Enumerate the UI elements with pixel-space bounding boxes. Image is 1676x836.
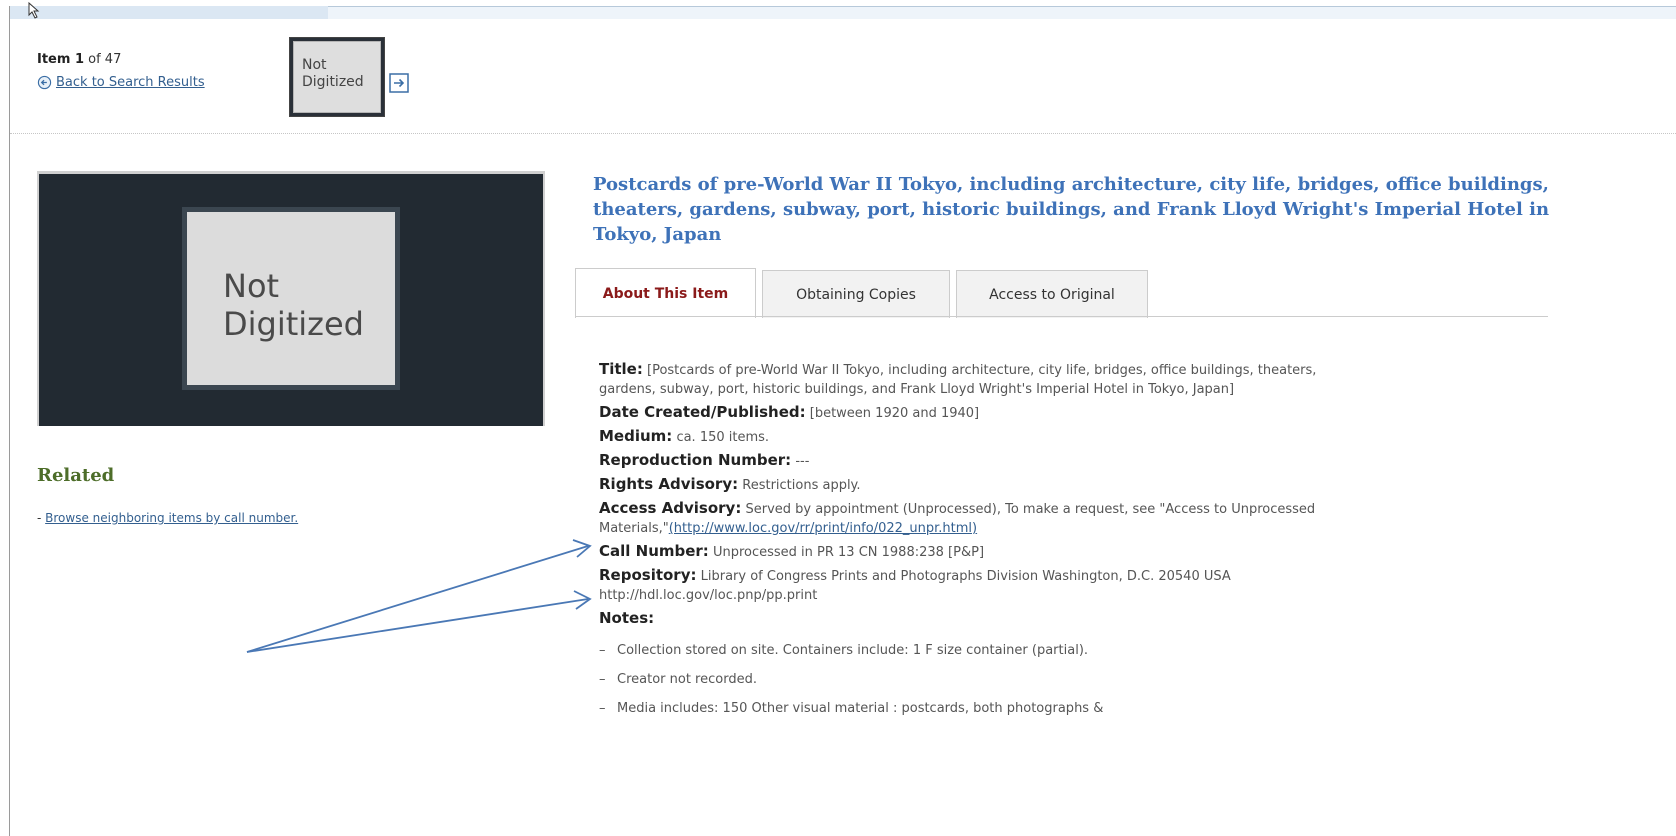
field-value: [Postcards of pre-World War II Tokyo, in… [599,363,1317,397]
related-bullet: - [37,511,46,525]
field-value: Unprocessed in PR 13 CN 1988:238 [P&P] [712,545,985,560]
back-to-results-link[interactable]: Back to Search Results [56,75,205,90]
item-details: Title: [Postcards of pre-World War II To… [599,360,1339,728]
browse-neighboring-link[interactable]: Browse neighboring items by call number. [45,511,298,525]
item-counter-current: Item 1 [37,52,84,67]
note-text: Collection stored on site. Containers in… [617,643,1089,658]
unprocessed-materials-link[interactable]: (http://www.loc.gov/rr/print/info/022_un… [669,521,977,536]
item-image: Not Digitized [37,171,545,426]
arrowhead-access-advisory [572,539,592,558]
field-value: --- [795,454,810,469]
field-call-number: Call Number: Unprocessed in PR 13 CN 198… [599,542,1339,562]
field-date: Date Created/Published: [between 1920 an… [599,403,1339,423]
item-counter: Item 1 of 47 [37,52,121,67]
notes-list: – Collection stored on site. Containers i… [599,641,1339,718]
field-access-advisory: Access Advisory: Served by appointment (… [599,499,1339,538]
next-item-arrow-icon[interactable] [389,73,409,93]
arrow-to-access-advisory [246,545,589,653]
record-title: Postcards of pre-World War II Tokyo, inc… [593,174,1550,245]
tabs-baseline [575,316,1548,317]
field-label: Date Created/Published: [599,403,806,421]
back-to-results[interactable]: Back to Search Results [37,75,205,90]
window-border [9,6,10,836]
field-label: Rights Advisory: [599,475,739,493]
thumbnail-text-line1: Not [302,57,327,73]
list-item: – Creator not recorded. [599,670,1339,689]
field-label: Notes: [599,609,655,627]
list-item: – Media includes: 150 Other visual materi… [599,699,1339,718]
note-text: Media includes: 150 Other visual materia… [617,701,1104,716]
thumbnail-placeholder: Not Digitized [293,41,381,113]
mouse-cursor-icon [28,1,40,19]
field-value: Restrictions apply. [742,478,861,493]
field-label: Call Number: [599,542,709,560]
field-repository: Repository: Library of Congress Prints a… [599,566,1339,605]
placeholder-line2: Digitized [223,305,364,343]
field-notes: Notes: [599,609,1339,629]
related-heading: Related [37,465,115,486]
record-tabs: About This Item Obtaining Copies Access … [575,268,1154,318]
field-label: Repository: [599,566,697,584]
arrow-to-call-number [246,598,589,653]
tab-access-to-original[interactable]: Access to Original [956,270,1148,318]
field-label: Title: [599,360,643,378]
field-value: ca. 150 items. [676,430,770,445]
field-rights-advisory: Rights Advisory: Restrictions apply. [599,475,1339,495]
list-dash: – [599,643,606,658]
field-label: Access Advisory: [599,499,742,517]
not-digitized-placeholder: Not Digitized [182,207,400,390]
list-dash: – [599,672,606,687]
list-item: – Collection stored on site. Containers i… [599,641,1339,660]
thumbnail-text-line2: Digitized [302,74,364,90]
field-label: Reproduction Number: [599,451,792,469]
item-thumbnail[interactable]: Not Digitized [289,37,385,117]
note-text: Creator not recorded. [617,672,757,687]
item-counter-total: of 47 [84,52,122,67]
section-divider [10,133,1676,134]
related-list-item: - Browse neighboring items by call numbe… [37,511,298,525]
page: Item 1 of 47 Back to Search Results Not … [0,0,1676,836]
top-bar-tab [10,6,328,19]
field-title: Title: [Postcards of pre-World War II To… [599,360,1339,399]
field-reproduction-number: Reproduction Number: --- [599,451,1339,471]
tab-obtaining-copies[interactable]: Obtaining Copies [762,270,950,318]
field-value: [between 1920 and 1940] [809,406,980,421]
list-dash: – [599,701,606,716]
field-medium: Medium: ca. 150 items. [599,427,1339,447]
arrowhead-call-number [573,590,592,610]
field-label: Medium: [599,427,673,445]
placeholder-line1: Not [223,267,280,305]
tab-about-this-item[interactable]: About This Item [575,268,756,318]
back-arrow-circle-icon[interactable] [37,75,52,90]
